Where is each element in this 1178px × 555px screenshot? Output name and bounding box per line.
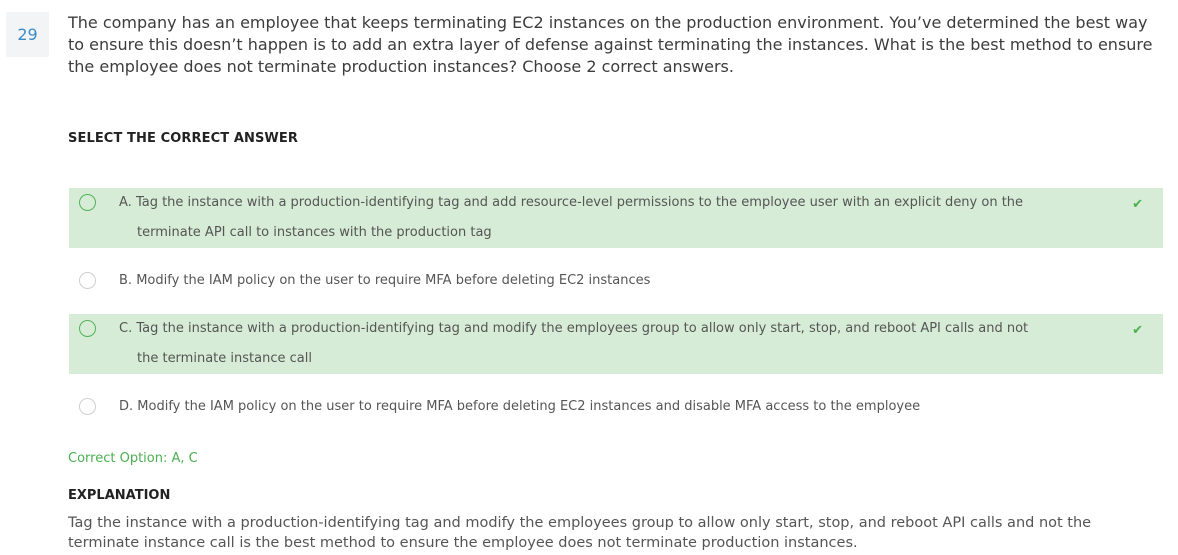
explanation-text: Tag the instance with a production-ident… bbox=[68, 515, 1092, 551]
option-label: Tag the instance with a production-ident… bbox=[135, 195, 1024, 210]
option-letter: D. bbox=[119, 399, 134, 414]
option-letter: C. bbox=[119, 321, 133, 336]
option-letter: A. bbox=[119, 195, 132, 210]
option-label-continued: the terminate instance call bbox=[137, 351, 312, 366]
correct-check-icon: ✔ bbox=[1132, 323, 1143, 338]
question-text: The company has an employee that keeps t… bbox=[68, 13, 1153, 76]
select-answer-heading: SELECT THE CORRECT ANSWER bbox=[68, 131, 298, 146]
radio-button[interactable] bbox=[79, 272, 96, 289]
option-text: B. Modify the IAM policy on the user to … bbox=[119, 266, 1089, 296]
radio-button[interactable] bbox=[79, 398, 96, 415]
question-number: 29 bbox=[6, 12, 49, 57]
option-label: Modify the IAM policy on the user to req… bbox=[136, 273, 651, 288]
option-text: C. Tag the instance with a production-id… bbox=[119, 314, 1089, 374]
radio-button[interactable] bbox=[79, 194, 96, 211]
correct-option-text: Correct Option: A, C bbox=[68, 451, 198, 466]
option-letter: B. bbox=[119, 273, 133, 288]
option-label-continued: terminate API call to instances with the… bbox=[137, 225, 492, 240]
correct-check-icon: ✔ bbox=[1132, 197, 1143, 212]
answer-option-b[interactable]: B. Modify the IAM policy on the user to … bbox=[69, 266, 1163, 296]
answer-option-c[interactable]: C. Tag the instance with a production-id… bbox=[69, 314, 1163, 374]
option-text: D. Modify the IAM policy on the user to … bbox=[119, 392, 1089, 422]
explanation-heading: EXPLANATION bbox=[68, 488, 171, 503]
radio-button[interactable] bbox=[79, 320, 96, 337]
answer-option-a[interactable]: A. Tag the instance with a production-id… bbox=[69, 188, 1163, 248]
option-label: Modify the IAM policy on the user to req… bbox=[137, 399, 921, 414]
answer-option-d[interactable]: D. Modify the IAM policy on the user to … bbox=[69, 392, 1163, 422]
option-label: Tag the instance with a production-ident… bbox=[136, 321, 1029, 336]
option-text: A. Tag the instance with a production-id… bbox=[119, 188, 1089, 248]
